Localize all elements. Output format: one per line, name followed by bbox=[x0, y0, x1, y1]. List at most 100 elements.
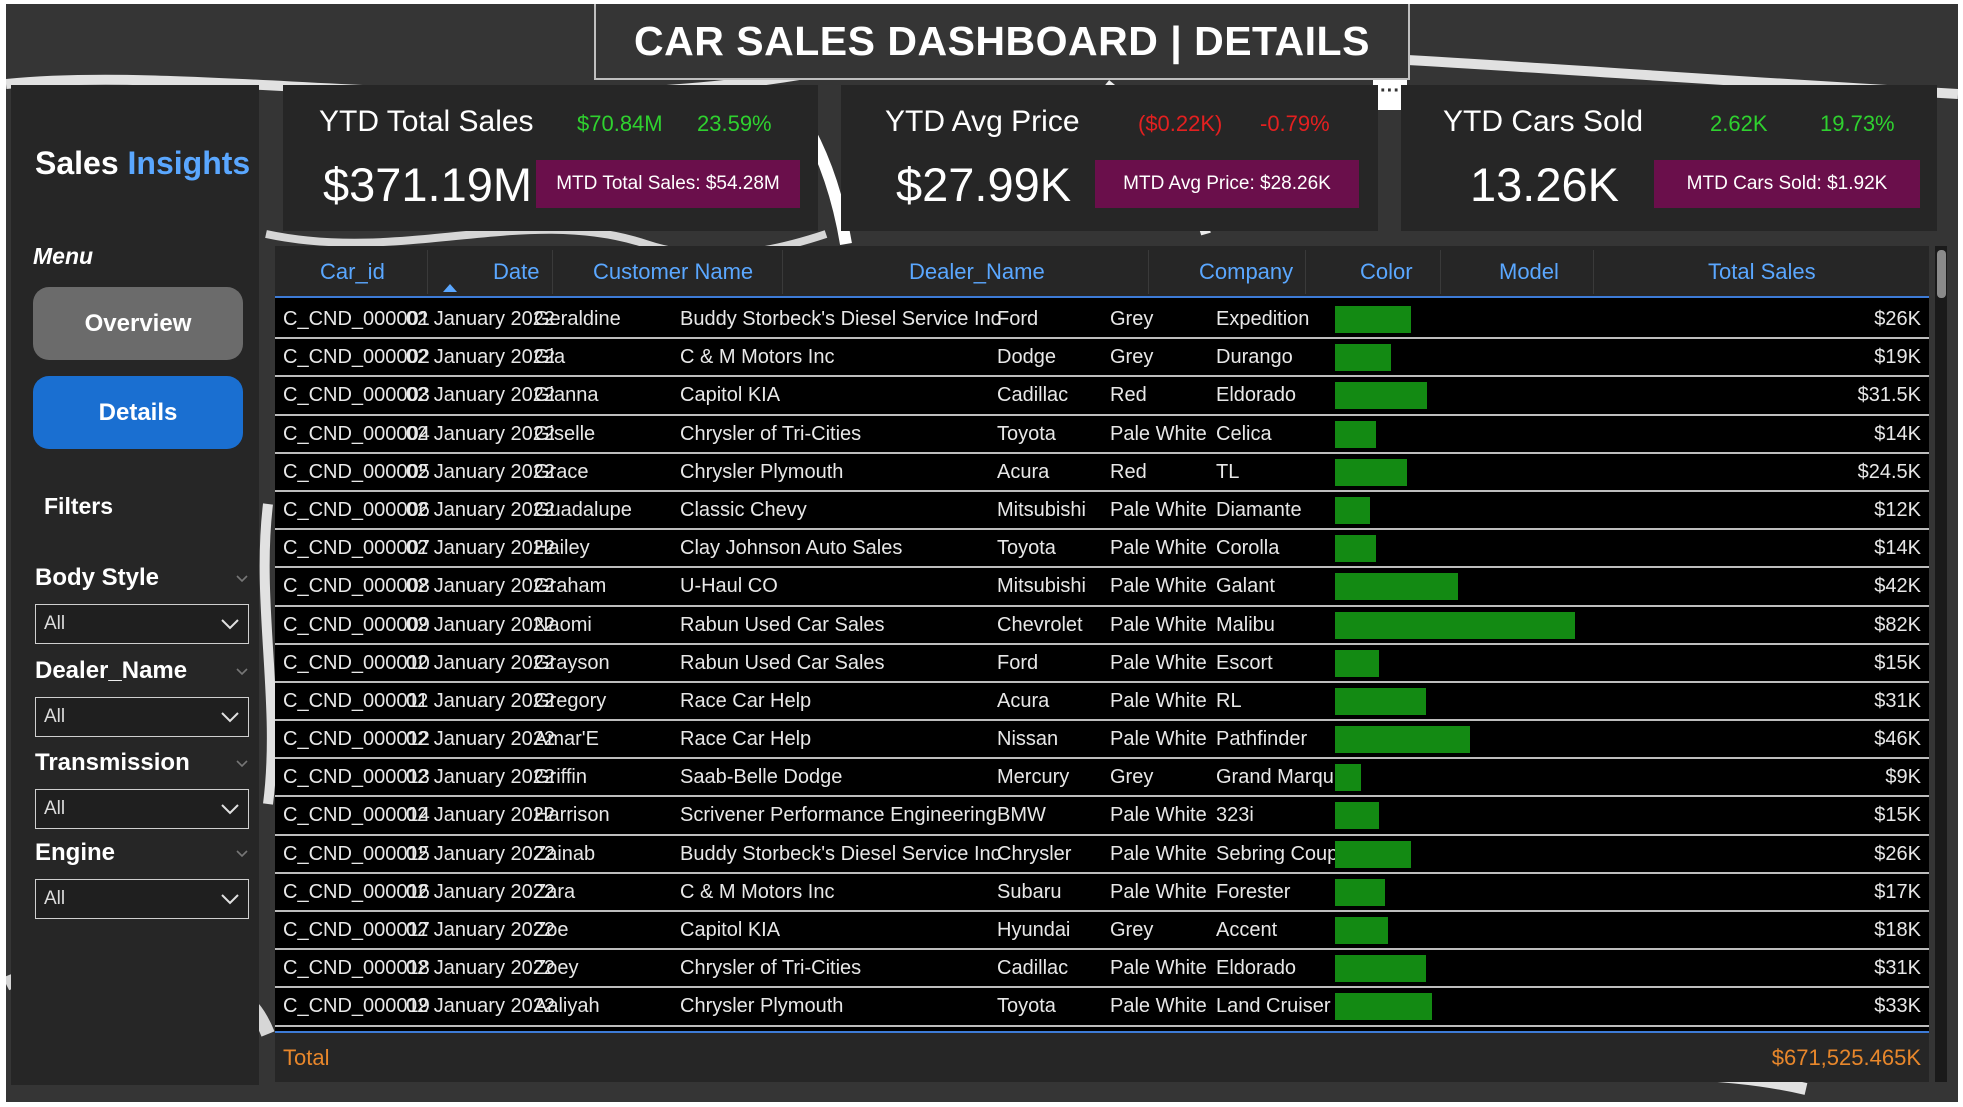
cell-color: Red bbox=[1110, 384, 1147, 407]
column-header-customer-name[interactable]: Customer Name bbox=[593, 246, 753, 298]
cell-customer-name: Hailey bbox=[534, 537, 590, 560]
table-row[interactable]: C_CND_000006 02 January 2022 Guadalupe Clas… bbox=[275, 492, 1929, 531]
cell-dealer-name: Capitol KIA bbox=[680, 384, 781, 407]
cell-model: Eldorado bbox=[1216, 384, 1297, 407]
cell-total-sales: $42K bbox=[1874, 575, 1921, 598]
table-total-row: Total $671,525.465K bbox=[275, 1031, 1929, 1082]
chevron-down-icon bbox=[221, 712, 239, 723]
kpi-mtd-badge: MTD Avg Price: $28.26K bbox=[1095, 160, 1359, 208]
cell-company: Cadillac bbox=[997, 384, 1069, 407]
cell-dealer-name: Buddy Storbeck's Diesel Service Inc bbox=[680, 842, 1001, 865]
cell-color: Red bbox=[1110, 460, 1147, 483]
collapse-chevron-icon[interactable] bbox=[235, 756, 249, 770]
details-button[interactable]: Details bbox=[33, 376, 243, 449]
cell-total-sales: $31.5K bbox=[1857, 384, 1921, 407]
kpi-delta-percent: 23.59% bbox=[697, 111, 772, 136]
column-header-date[interactable]: Date bbox=[493, 246, 539, 298]
cell-customer-name: Aaliyah bbox=[534, 995, 600, 1018]
cell-model: Eldorado bbox=[1216, 957, 1297, 980]
filters-label: Filters bbox=[44, 493, 114, 519]
table-row[interactable]: C_CND_000002 02 January 2022 Gia C & M Moto… bbox=[275, 339, 1929, 378]
cell-company: Mitsubishi bbox=[997, 575, 1086, 598]
table-row[interactable]: C_CND_000008 02 January 2022 Graham U-Haul … bbox=[275, 568, 1929, 607]
cell-total-sales: $15K bbox=[1874, 651, 1921, 674]
cell-total-sales: $19K bbox=[1874, 346, 1921, 369]
cell-model: RL bbox=[1216, 689, 1242, 712]
table-row[interactable]: C_CND_000011 02 January 2022 Gregory Race C… bbox=[275, 683, 1929, 722]
engine-dropdown[interactable]: All bbox=[35, 879, 249, 919]
transmission-dropdown[interactable]: All bbox=[35, 789, 249, 829]
table-row[interactable]: C_CND_000003 02 January 2022 Gianna Capitol… bbox=[275, 377, 1929, 416]
cell-date: 02 January 2022 bbox=[406, 575, 556, 598]
cell-company: Ford bbox=[997, 651, 1039, 674]
cell-date: 02 January 2022 bbox=[406, 308, 556, 330]
table-row[interactable]: C_CND_000015 02 January 2022 Zainab Buddy S… bbox=[275, 836, 1929, 874]
column-header-car-id[interactable]: Car_id bbox=[320, 246, 385, 298]
cell-customer-name: Harrison bbox=[534, 804, 610, 827]
sales-data-bar bbox=[1335, 726, 1470, 754]
cell-dealer-name: Chrysler of Tri-Cities bbox=[680, 957, 862, 980]
cell-model: Escort bbox=[1216, 651, 1273, 674]
table-row[interactable]: C_CND_000004 02 January 2022 Giselle Chrysl… bbox=[275, 416, 1929, 454]
dropdown-value: All bbox=[44, 613, 66, 634]
column-header-model[interactable]: Model bbox=[1499, 246, 1559, 298]
kpi-title: YTD Cars Sold bbox=[1443, 105, 1644, 138]
table-row[interactable]: C_CND_000010 02 January 2022 Grayson Rabun … bbox=[275, 645, 1929, 683]
collapse-chevron-icon[interactable] bbox=[235, 664, 249, 678]
collapse-chevron-icon[interactable] bbox=[235, 571, 249, 585]
filter-dealer-name: Dealer_Name All bbox=[35, 655, 249, 737]
cell-date: 02 January 2022 bbox=[406, 728, 556, 751]
cell-company: Toyota bbox=[997, 422, 1056, 445]
kpi-value: $371.19M bbox=[323, 158, 533, 211]
table-row[interactable]: C_CND_000007 02 January 2022 Hailey Clay Jo… bbox=[275, 530, 1929, 569]
filter-transmission: Transmission All bbox=[35, 747, 249, 829]
cell-total-sales: $17K bbox=[1874, 880, 1921, 903]
table-row[interactable]: C_CND_000001 02 January 2022 Geraldine Budd… bbox=[275, 301, 1929, 340]
dashboard-title-box: CAR SALES DASHBOARD | DETAILS bbox=[594, 4, 1410, 80]
table-row[interactable]: C_CND_000018 02 January 2022 Zoey Chrysler … bbox=[275, 950, 1929, 989]
table-row[interactable]: C_CND_000012 02 January 2022 Amar'E Race Ca… bbox=[275, 721, 1929, 760]
column-header-company[interactable]: Company bbox=[1199, 246, 1293, 298]
sales-data-bar bbox=[1335, 382, 1428, 410]
cell-company: BMW bbox=[997, 804, 1046, 827]
cell-date: 02 January 2022 bbox=[406, 689, 556, 712]
filter-body-style: Body Style All bbox=[35, 562, 249, 644]
brand-primary: Sales bbox=[35, 145, 119, 181]
dealer-name-dropdown[interactable]: All bbox=[35, 697, 249, 737]
cell-dealer-name: Rabun Used Car Sales bbox=[680, 613, 885, 636]
cell-date: 02 January 2022 bbox=[406, 537, 556, 560]
cell-date: 02 January 2022 bbox=[406, 995, 556, 1018]
collapse-chevron-icon[interactable] bbox=[235, 846, 249, 860]
cell-date: 02 January 2022 bbox=[406, 346, 556, 369]
table-row[interactable]: C_CND_000016 02 January 2022 Zara C & M Mot… bbox=[275, 874, 1929, 912]
table-row[interactable]: C_CND_000014 02 January 2022 Harrison Scriv… bbox=[275, 797, 1929, 836]
column-separator bbox=[1305, 250, 1306, 294]
column-header-dealer-name[interactable]: Dealer_Name bbox=[909, 246, 1045, 298]
column-header-color[interactable]: Color bbox=[1360, 246, 1413, 298]
cell-dealer-name: U-Haul CO bbox=[680, 575, 778, 598]
cell-date: 02 January 2022 bbox=[406, 498, 556, 521]
cell-customer-name: Gia bbox=[534, 346, 566, 369]
kpi-title: YTD Total Sales bbox=[319, 105, 534, 138]
table-body: C_CND_000001 02 January 2022 Geraldine Budd… bbox=[275, 301, 1929, 1027]
cell-model: Galant bbox=[1216, 575, 1275, 598]
column-header-total-sales[interactable]: Total Sales bbox=[1708, 246, 1816, 298]
table-row[interactable]: C_CND_000017 02 January 2022 Zoe Capitol KI… bbox=[275, 912, 1929, 951]
table-scrollbar-track[interactable] bbox=[1935, 246, 1947, 1082]
kpi-delta-value: ($0.22K) bbox=[1138, 111, 1223, 136]
table-scrollbar-thumb[interactable] bbox=[1937, 250, 1946, 298]
sidebar: Sales Insights Menu Overview Details Fil… bbox=[11, 85, 259, 1085]
kpi-card-ytd-cars-sold: YTD Cars Sold 2.62K 19.73% 13.26K MTD Ca… bbox=[1401, 85, 1937, 231]
filter-title: Transmission bbox=[35, 749, 190, 776]
table-row[interactable]: C_CND_000019 02 January 2022 Aaliyah Chrysl… bbox=[275, 988, 1929, 1027]
overview-button[interactable]: Overview bbox=[33, 287, 243, 360]
column-separator bbox=[552, 250, 553, 294]
table-row[interactable]: C_CND_000009 02 January 2022 Naomi Rabun Us… bbox=[275, 607, 1929, 645]
table-row[interactable]: C_CND_000013 02 January 2022 Griffin Saab-B… bbox=[275, 759, 1929, 798]
kpi-card-ytd-total-sales: YTD Total Sales $70.84M 23.59% $371.19M … bbox=[283, 85, 818, 231]
cell-color: Pale White bbox=[1110, 957, 1207, 980]
kpi-delta-percent: -0.79% bbox=[1260, 111, 1330, 136]
table-row[interactable]: C_CND_000005 02 January 2022 Grace Chrysler… bbox=[275, 454, 1929, 492]
body-style-dropdown[interactable]: All bbox=[35, 604, 249, 644]
cell-model: Durango bbox=[1216, 346, 1293, 369]
